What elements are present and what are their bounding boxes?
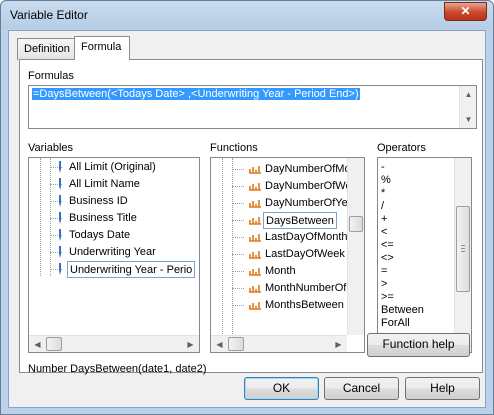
operators-list[interactable]: - % * / + < <= <> = > >= Between ForAll bbox=[377, 157, 472, 353]
scroll-left-icon[interactable]: ◀ bbox=[211, 336, 228, 352]
functions-tree[interactable]: DayNumberOfMo DayNumberOfWe DayNumberOfY… bbox=[210, 157, 365, 353]
pin-icon bbox=[59, 212, 61, 224]
functions-vscrollbar[interactable] bbox=[347, 158, 364, 335]
function-item-label: LastDayOfWeek bbox=[265, 248, 345, 260]
scroll-right-icon[interactable]: ▶ bbox=[182, 336, 199, 352]
functions-label: Functions bbox=[210, 142, 258, 154]
variables-label: Variables bbox=[28, 142, 74, 154]
variable-editor-window: Variable Editor ✕ Definition Formula For… bbox=[0, 0, 494, 415]
help-button[interactable]: Help bbox=[405, 377, 480, 400]
function-signature: Number DaysBetween(date1, date2) bbox=[28, 363, 207, 375]
function-icon bbox=[249, 302, 261, 310]
scroll-down-icon[interactable]: ▼ bbox=[460, 111, 476, 128]
list-item[interactable]: < bbox=[381, 226, 387, 239]
function-icon bbox=[249, 268, 261, 276]
pin-icon bbox=[59, 195, 61, 207]
formula-text: =DaysBetween(<Todays Date> ,<Underwritin… bbox=[32, 88, 360, 100]
formula-tab-panel: Formulas =DaysBetween(<Todays Date> ,<Un… bbox=[19, 59, 483, 375]
function-icon bbox=[249, 217, 261, 225]
function-icon bbox=[249, 234, 261, 242]
pin-icon bbox=[59, 161, 61, 173]
list-item[interactable]: - bbox=[381, 161, 385, 174]
function-item-label: MonthNumberOf bbox=[265, 282, 347, 294]
scroll-thumb[interactable] bbox=[46, 337, 62, 351]
pin-icon bbox=[59, 229, 61, 241]
pin-icon bbox=[59, 246, 61, 258]
scroll-right-icon[interactable]: ▶ bbox=[330, 336, 347, 352]
dialog-client-area: Definition Formula Formulas =DaysBetween… bbox=[8, 30, 486, 408]
variable-item-label: Business Title bbox=[69, 212, 137, 224]
list-item[interactable]: <> bbox=[381, 252, 394, 265]
formula-textarea[interactable]: =DaysBetween(<Todays Date> ,<Underwritin… bbox=[28, 85, 477, 129]
variable-item-label: Todays Date bbox=[69, 229, 131, 241]
pin-icon bbox=[59, 263, 61, 275]
list-item[interactable]: % bbox=[381, 174, 391, 187]
list-item[interactable]: <= bbox=[381, 239, 394, 252]
operators-label: Operators bbox=[377, 142, 426, 154]
ok-button[interactable]: OK bbox=[244, 377, 319, 400]
list-item[interactable]: + bbox=[381, 213, 387, 226]
list-item[interactable]: >= bbox=[381, 291, 394, 304]
list-item[interactable]: * bbox=[381, 187, 385, 200]
function-item-label: DayNumberOfYe bbox=[265, 197, 348, 209]
scroll-up-icon[interactable]: ▲ bbox=[460, 86, 476, 103]
function-icon bbox=[249, 183, 261, 191]
function-icon bbox=[249, 166, 261, 174]
window-title: Variable Editor bbox=[10, 8, 88, 22]
scroll-left-icon[interactable]: ◀ bbox=[29, 336, 46, 352]
list-item[interactable]: ForAll bbox=[381, 317, 410, 330]
operators-vscrollbar[interactable] bbox=[454, 158, 471, 352]
function-icon bbox=[249, 251, 261, 259]
function-item-label: DayNumberOfWe bbox=[265, 180, 352, 192]
formula-scrollbar[interactable]: ▲ ▼ bbox=[459, 86, 476, 128]
cancel-button[interactable]: Cancel bbox=[324, 377, 399, 400]
variable-item-label: All Limit (Original) bbox=[69, 161, 156, 173]
scroll-thumb[interactable] bbox=[228, 337, 244, 351]
list-item[interactable]: / bbox=[381, 200, 384, 213]
title-bar: Variable Editor ✕ bbox=[1, 1, 493, 29]
scroll-thumb[interactable] bbox=[456, 206, 470, 292]
tab-formula[interactable]: Formula bbox=[74, 36, 130, 60]
variables-tree[interactable]: All Limit (Original) All Limit Name Busi… bbox=[28, 157, 200, 353]
variable-item-label: Business ID bbox=[69, 195, 128, 207]
function-item-label: LastDayOfMonth bbox=[265, 231, 348, 243]
function-item-label: DayNumberOfMo bbox=[265, 163, 351, 175]
functions-hscrollbar[interactable]: ◀ ▶ bbox=[211, 335, 347, 352]
list-item[interactable]: Between bbox=[381, 304, 424, 317]
function-item-label: MonthsBetween bbox=[265, 299, 344, 311]
list-item[interactable]: > bbox=[381, 278, 387, 291]
function-icon bbox=[249, 200, 261, 208]
function-item-label: DaysBetween bbox=[263, 212, 337, 229]
function-item-label: Month bbox=[265, 265, 296, 277]
variable-item-label: Underwriting Year bbox=[69, 246, 156, 258]
tab-definition[interactable]: Definition bbox=[17, 38, 75, 60]
variable-item-label: All Limit Name bbox=[69, 178, 140, 190]
list-item[interactable]: = bbox=[381, 265, 387, 278]
function-help-button[interactable]: Function help bbox=[367, 333, 470, 357]
close-button[interactable]: ✕ bbox=[444, 2, 487, 21]
pin-icon bbox=[59, 178, 61, 190]
variables-hscrollbar[interactable]: ◀ ▶ bbox=[29, 335, 199, 352]
formulas-label: Formulas bbox=[28, 70, 74, 82]
variable-item-label: Underwriting Year - Perio bbox=[67, 261, 195, 278]
function-icon bbox=[249, 285, 261, 293]
scroll-thumb[interactable] bbox=[349, 216, 363, 232]
